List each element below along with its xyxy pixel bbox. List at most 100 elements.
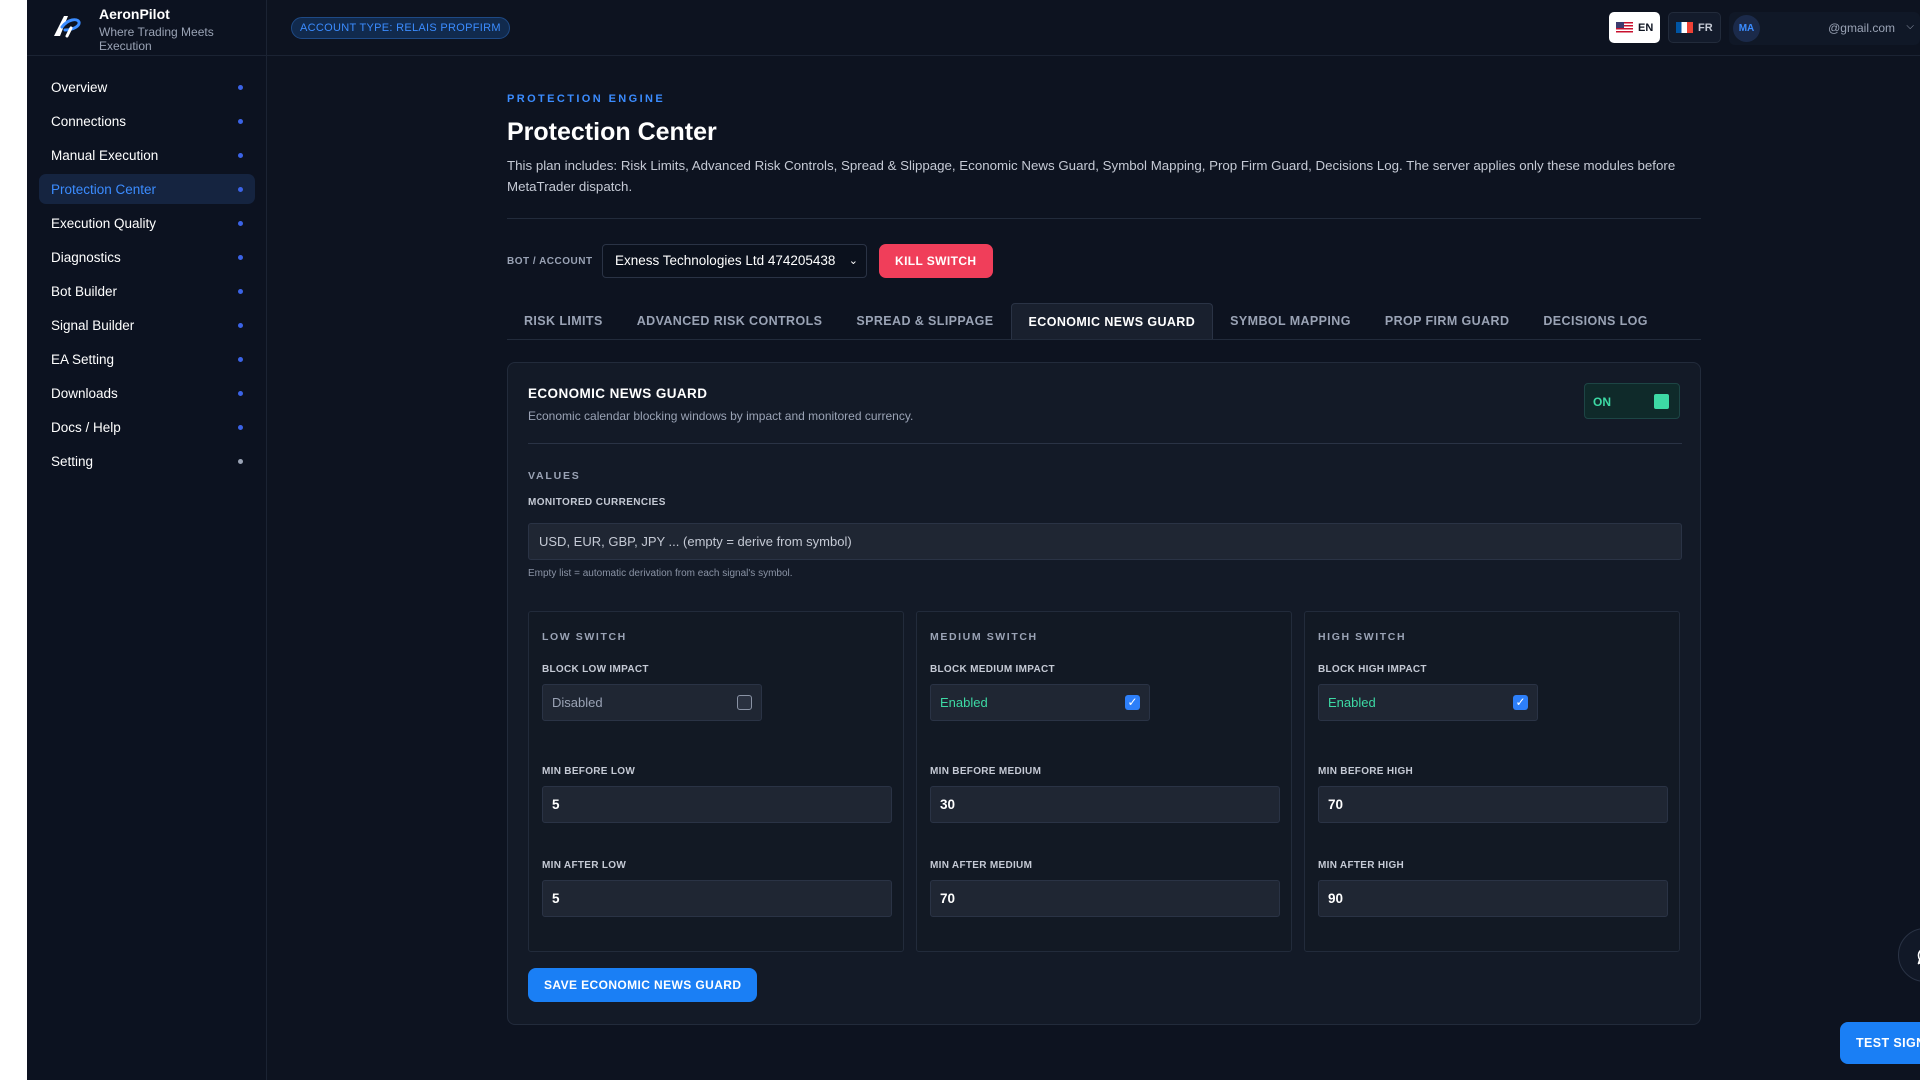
status-dot bbox=[238, 187, 243, 192]
us-flag-icon bbox=[1616, 22, 1633, 33]
min-after-label: MIN AFTER MEDIUM bbox=[930, 860, 1033, 871]
min-after-low-input[interactable]: 5 bbox=[542, 880, 892, 917]
tab-spread-slippage[interactable]: SPREAD & SLIPPAGE bbox=[839, 303, 1010, 339]
status-dot bbox=[238, 425, 243, 430]
ap-logo-icon bbox=[54, 16, 81, 38]
brand-name: AeronPilot bbox=[99, 6, 170, 22]
sidebar-item-execution-quality[interactable]: Execution Quality bbox=[39, 208, 255, 238]
block-impact-label: BLOCK MEDIUM IMPACT bbox=[930, 664, 1055, 675]
card-subtitle: Economic calendar blocking windows by im… bbox=[528, 409, 914, 423]
status-dot bbox=[238, 323, 243, 328]
bot-account-select[interactable]: Exness Technologies Ltd 474205438 ⌄ bbox=[602, 244, 867, 278]
sidebar-item-docs-help[interactable]: Docs / Help bbox=[39, 412, 255, 442]
sidebar-item-protection-center[interactable]: Protection Center bbox=[39, 174, 255, 204]
protection-tabs: RISK LIMITS ADVANCED RISK CONTROLS SPREA… bbox=[507, 303, 1701, 340]
avatar: MA bbox=[1733, 15, 1760, 42]
sidebar: AeronPilot Where Trading Meets Execution… bbox=[27, 0, 267, 1080]
block-high-impact-checkbox[interactable]: Enabled ✓ bbox=[1318, 684, 1538, 721]
divider bbox=[528, 443, 1682, 444]
card-title: ECONOMIC NEWS GUARD bbox=[528, 386, 708, 401]
sidebar-item-label: Diagnostics bbox=[51, 249, 121, 265]
panel-heading: MEDIUM SWITCH bbox=[930, 631, 1038, 643]
checkbox-state: Enabled bbox=[940, 695, 988, 710]
chat-button[interactable] bbox=[1898, 928, 1920, 982]
topbar: ACCOUNT TYPE: RELAIS PROPFIRM EN FR MA @… bbox=[267, 0, 1920, 56]
sidebar-item-bot-builder[interactable]: Bot Builder bbox=[39, 276, 255, 306]
sidebar-nav: Overview Connections Manual Execution Pr… bbox=[39, 72, 255, 480]
min-after-medium-input[interactable]: 70 bbox=[930, 880, 1280, 917]
status-dot bbox=[238, 255, 243, 260]
toggle-label: ON bbox=[1593, 395, 1611, 409]
sidebar-item-label: EA Setting bbox=[51, 351, 115, 367]
min-before-low-input[interactable]: 5 bbox=[542, 786, 892, 823]
save-news-guard-button[interactable]: SAVE ECONOMIC NEWS GUARD bbox=[528, 968, 758, 1002]
panel-heading: LOW SWITCH bbox=[542, 631, 627, 643]
brand[interactable]: AeronPilot Where Trading Meets Execution bbox=[27, 0, 267, 56]
min-after-label: MIN AFTER LOW bbox=[542, 860, 627, 871]
status-dot bbox=[238, 289, 243, 294]
brand-tagline: Where Trading Meets Execution bbox=[99, 25, 214, 53]
account-type-badge: ACCOUNT TYPE: RELAIS PROPFIRM bbox=[291, 17, 510, 39]
medium-switch-panel: MEDIUM SWITCH BLOCK MEDIUM IMPACT Enable… bbox=[916, 611, 1292, 952]
bot-account-label: BOT / ACCOUNT bbox=[507, 256, 593, 267]
min-before-medium-input[interactable]: 30 bbox=[930, 786, 1280, 823]
page-title: Protection Center bbox=[507, 118, 717, 146]
language-en-button[interactable]: EN bbox=[1609, 12, 1661, 43]
status-dot bbox=[238, 119, 243, 124]
checkmark-icon: ✓ bbox=[1513, 695, 1528, 710]
min-before-high-input[interactable]: 70 bbox=[1318, 786, 1668, 823]
kill-switch-button[interactable]: KILL SWITCH bbox=[879, 244, 993, 278]
app-root: AeronPilot Where Trading Meets Execution… bbox=[27, 0, 1920, 1080]
status-dot bbox=[238, 357, 243, 362]
divider bbox=[507, 218, 1701, 219]
sidebar-item-label: Protection Center bbox=[51, 181, 157, 197]
sidebar-item-label: Setting bbox=[51, 453, 94, 469]
chevron-down-icon: ⌄ bbox=[848, 255, 858, 267]
news-guard-card: ECONOMIC NEWS GUARD Economic calendar bl… bbox=[507, 362, 1701, 1025]
language-fr-button[interactable]: FR bbox=[1668, 12, 1721, 43]
sidebar-item-downloads[interactable]: Downloads bbox=[39, 378, 255, 408]
checkbox-empty-icon bbox=[737, 695, 752, 710]
checkbox-state: Enabled bbox=[1328, 695, 1376, 710]
high-switch-panel: HIGH SWITCH BLOCK HIGH IMPACT Enabled ✓ … bbox=[1304, 611, 1680, 952]
sidebar-item-ea-setting[interactable]: EA Setting bbox=[39, 344, 255, 374]
sidebar-item-signal-builder[interactable]: Signal Builder bbox=[39, 310, 255, 340]
user-menu[interactable]: MA @gmail.com ⌵ bbox=[1729, 12, 1920, 45]
sidebar-item-label: Overview bbox=[51, 79, 108, 95]
page-description: This plan includes: Risk Limits, Advance… bbox=[507, 158, 1676, 194]
tab-decisions-log[interactable]: DECISIONS LOG bbox=[1526, 303, 1665, 339]
chevron-down-icon: ⌵ bbox=[1906, 21, 1914, 32]
min-before-label: MIN BEFORE MEDIUM bbox=[930, 766, 1042, 777]
page-eyebrow: PROTECTION ENGINE bbox=[507, 93, 666, 105]
user-email: @gmail.com bbox=[1828, 21, 1895, 35]
sidebar-item-manual-execution[interactable]: Manual Execution bbox=[39, 140, 255, 170]
test-signal-button[interactable]: TEST SIGNAL bbox=[1840, 1022, 1920, 1064]
news-guard-toggle[interactable]: ON bbox=[1584, 383, 1680, 419]
language-code: FR bbox=[1698, 21, 1713, 34]
bot-account-value: Exness Technologies Ltd 474205438 bbox=[615, 253, 836, 268]
min-after-high-input[interactable]: 90 bbox=[1318, 880, 1668, 917]
block-medium-impact-checkbox[interactable]: Enabled ✓ bbox=[930, 684, 1150, 721]
sidebar-item-diagnostics[interactable]: Diagnostics bbox=[39, 242, 255, 272]
chat-bubble-icon bbox=[1917, 949, 1920, 965]
tab-risk-limits[interactable]: RISK LIMITS bbox=[507, 303, 620, 339]
sidebar-item-overview[interactable]: Overview bbox=[39, 72, 255, 102]
toggle-knob bbox=[1654, 394, 1669, 409]
checkbox-state: Disabled bbox=[552, 695, 603, 710]
block-impact-label: BLOCK LOW IMPACT bbox=[542, 664, 649, 675]
monitored-currencies-input[interactable] bbox=[528, 523, 1682, 560]
tab-advanced-risk-controls[interactable]: ADVANCED RISK CONTROLS bbox=[620, 303, 840, 339]
sidebar-item-label: Downloads bbox=[51, 385, 118, 401]
sidebar-item-connections[interactable]: Connections bbox=[39, 106, 255, 136]
min-before-label: MIN BEFORE HIGH bbox=[1318, 766, 1414, 777]
currencies-hint: Empty list = automatic derivation from e… bbox=[528, 568, 793, 579]
block-impact-label: BLOCK HIGH IMPACT bbox=[1318, 664, 1427, 675]
tab-economic-news-guard[interactable]: ECONOMIC NEWS GUARD bbox=[1010, 303, 1214, 339]
panel-heading: HIGH SWITCH bbox=[1318, 631, 1407, 643]
tab-symbol-mapping[interactable]: SYMBOL MAPPING bbox=[1213, 303, 1368, 339]
status-dot bbox=[238, 221, 243, 226]
sidebar-item-setting[interactable]: Setting bbox=[39, 446, 255, 476]
language-code: EN bbox=[1638, 21, 1654, 34]
block-low-impact-checkbox[interactable]: Disabled bbox=[542, 684, 762, 721]
tab-prop-firm-guard[interactable]: PROP FIRM GUARD bbox=[1368, 303, 1527, 339]
